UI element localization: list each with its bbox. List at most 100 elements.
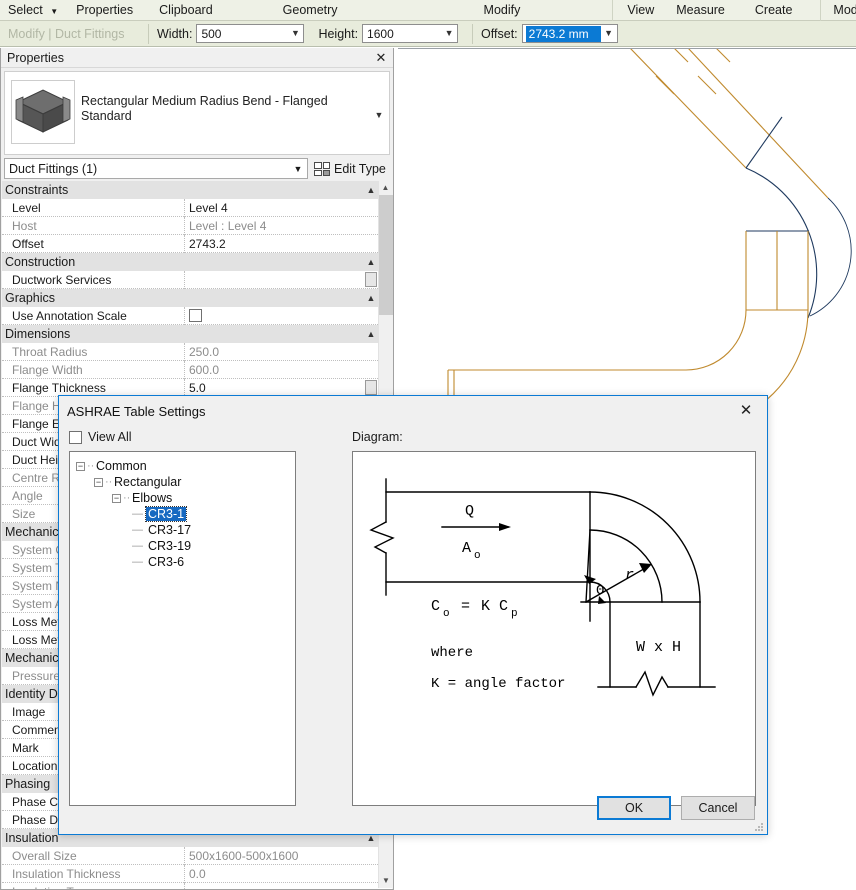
property-value-text: Level 4 xyxy=(189,200,228,215)
tree-node[interactable]: — CR3-1 xyxy=(76,506,295,522)
edit-type-button[interactable]: Edit Type xyxy=(308,158,390,179)
property-group-header[interactable]: Construction ▲ xyxy=(2,253,392,271)
tree-collapse-icon[interactable]: − xyxy=(112,493,121,503)
chevron-down-icon[interactable]: ▼ xyxy=(287,25,303,42)
chevron-down-icon[interactable]: ▼ xyxy=(441,25,457,42)
property-row[interactable]: Ductwork Services xyxy=(2,271,392,289)
tree-connector: ·· xyxy=(105,476,113,488)
diagram-panel: Q A o C o = K C p where K = angle factor… xyxy=(352,451,756,806)
tree-branch-line: — xyxy=(132,508,143,520)
property-row[interactable]: Overall Size 500x1600-500x1600 xyxy=(2,847,392,865)
property-value-text: 500x1600-500x1600 xyxy=(189,848,299,863)
tree-node[interactable]: − ·· Elbows xyxy=(76,490,295,506)
offset-label: Offset: xyxy=(481,26,518,41)
type-name: Rectangular Medium Radius Bend - Flanged… xyxy=(81,94,328,123)
view-all-checkbox[interactable]: View All xyxy=(69,430,132,444)
scrollbar-thumb[interactable] xyxy=(379,195,393,315)
property-group-label: Dimensions xyxy=(5,327,71,341)
height-combo[interactable]: 1600 ▼ xyxy=(362,24,459,43)
property-row[interactable]: Host Level : Level 4 xyxy=(2,217,392,235)
category-combo[interactable]: Duct Fittings (1) ▼ xyxy=(4,158,308,179)
tree-node[interactable]: − ·· Common xyxy=(76,458,295,474)
scroll-down-icon[interactable]: ▼ xyxy=(379,874,393,888)
tree-collapse-icon[interactable]: − xyxy=(94,477,103,487)
width-combo[interactable]: 500 ▼ xyxy=(196,24,305,43)
tree-node[interactable]: — CR3-6 xyxy=(76,554,295,570)
ribbon-tab-mode[interactable]: Mode xyxy=(820,0,856,21)
chevron-down-icon[interactable]: ▼ xyxy=(289,164,307,174)
collapse-chevron-icon[interactable]: ▲ xyxy=(364,325,378,343)
checkbox-icon[interactable] xyxy=(69,430,82,444)
tree-collapse-icon[interactable]: − xyxy=(76,461,85,471)
tree-node[interactable]: — CR3-19 xyxy=(76,538,295,554)
ribbon-tab-label: Select xyxy=(8,2,43,17)
category-value: Duct Fittings (1) xyxy=(9,161,98,176)
property-value[interactable]: Level : Level 4 xyxy=(184,217,378,235)
tree-node[interactable]: — CR3-17 xyxy=(76,522,295,538)
property-group-header[interactable]: Constraints ▲ xyxy=(2,181,392,199)
collapse-chevron-icon[interactable]: ▲ xyxy=(364,289,378,307)
property-row[interactable]: Offset 2743.2 xyxy=(2,235,392,253)
close-icon[interactable]: ✕ xyxy=(725,396,767,426)
label-area: A xyxy=(462,540,471,557)
property-row[interactable]: Throat Radius 250.0 xyxy=(2,343,392,361)
checkbox-icon[interactable] xyxy=(189,309,202,322)
tree-node-label: CR3-6 xyxy=(148,555,185,569)
tree-node-label: CR3-19 xyxy=(148,539,192,553)
ashrae-tree[interactable]: − ·· Common − ·· Rectangular − ·· Elbows — CR3-1— C… xyxy=(69,451,296,806)
property-value[interactable] xyxy=(184,883,378,889)
resize-grip[interactable] xyxy=(754,822,764,832)
property-row[interactable]: Flange Width 600.0 xyxy=(2,361,392,379)
property-value[interactable]: 250.0 xyxy=(184,343,378,361)
ribbon-tab-measure[interactable]: Measure xyxy=(670,0,731,21)
tree-node[interactable]: − ·· Rectangular xyxy=(76,474,295,490)
ribbon-tab-modify[interactable]: Modify xyxy=(478,0,527,21)
type-selector[interactable]: Rectangular Medium Radius Bend - Flanged… xyxy=(4,71,390,155)
scroll-up-icon[interactable]: ▲ xyxy=(379,181,392,195)
label-co-sub: o xyxy=(443,608,450,620)
chevron-down-icon[interactable]: ▼ xyxy=(369,72,389,120)
collapse-chevron-icon[interactable]: ▲ xyxy=(364,253,378,271)
height-value: 1600 xyxy=(367,26,394,41)
offset-value[interactable]: 2743.2 mm xyxy=(525,25,601,42)
ribbon-tab-view[interactable]: View xyxy=(612,0,660,21)
width-value: 500 xyxy=(201,26,222,41)
property-group-header[interactable]: Dimensions ▲ xyxy=(2,325,392,343)
property-name: Level xyxy=(2,199,184,217)
property-row[interactable]: Insulation Type xyxy=(2,883,392,889)
property-group-label: Constraints xyxy=(5,183,69,197)
browse-button[interactable] xyxy=(365,380,377,395)
property-value[interactable] xyxy=(184,271,378,289)
property-group-header[interactable]: Graphics ▲ xyxy=(2,289,392,307)
chevron-down-icon[interactable]: ▼ xyxy=(601,25,617,42)
properties-titlebar: Properties ✕ xyxy=(1,48,393,68)
property-value[interactable]: 500x1600-500x1600 xyxy=(184,847,378,865)
ashrae-table-settings-dialog: ASHRAE Table Settings ✕ View All Diagram… xyxy=(58,395,768,835)
property-value-text: 2743.2 xyxy=(189,236,226,251)
offset-combo[interactable]: 2743.2 mm ▼ xyxy=(521,24,618,43)
property-row[interactable]: Insulation Thickness 0.0 xyxy=(2,865,392,883)
ribbon-tab-properties[interactable]: Properties xyxy=(70,0,139,21)
label-area-sub: o xyxy=(474,550,481,562)
property-name: Insulation Type xyxy=(2,883,184,890)
property-value[interactable]: 0.0 xyxy=(184,865,378,883)
ok-button[interactable]: OK xyxy=(597,796,671,820)
property-value[interactable]: Level 4 xyxy=(184,199,378,217)
property-value[interactable]: 600.0 xyxy=(184,361,378,379)
ribbon-tab-create[interactable]: Create xyxy=(749,0,799,21)
property-row[interactable]: Level Level 4 xyxy=(2,199,392,217)
ribbon-tab-geometry[interactable]: Geometry xyxy=(277,0,344,21)
property-value[interactable] xyxy=(184,307,378,325)
property-name: Insulation Thickness xyxy=(2,865,184,883)
browse-button[interactable] xyxy=(365,272,377,287)
ribbon-tab-clipboard[interactable]: Clipboard xyxy=(153,0,219,21)
close-icon[interactable]: ✕ xyxy=(369,50,393,66)
collapse-chevron-icon[interactable]: ▲ xyxy=(364,181,378,199)
label-wxh: W x H xyxy=(636,639,681,656)
ribbon-tab-select[interactable]: Select ▼ xyxy=(0,0,64,21)
property-row[interactable]: Use Annotation Scale xyxy=(2,307,392,325)
label-theta: Θ xyxy=(596,583,604,599)
cancel-button[interactable]: Cancel xyxy=(681,796,755,820)
view-all-label: View All xyxy=(88,430,132,444)
property-value[interactable]: 2743.2 xyxy=(184,235,378,253)
